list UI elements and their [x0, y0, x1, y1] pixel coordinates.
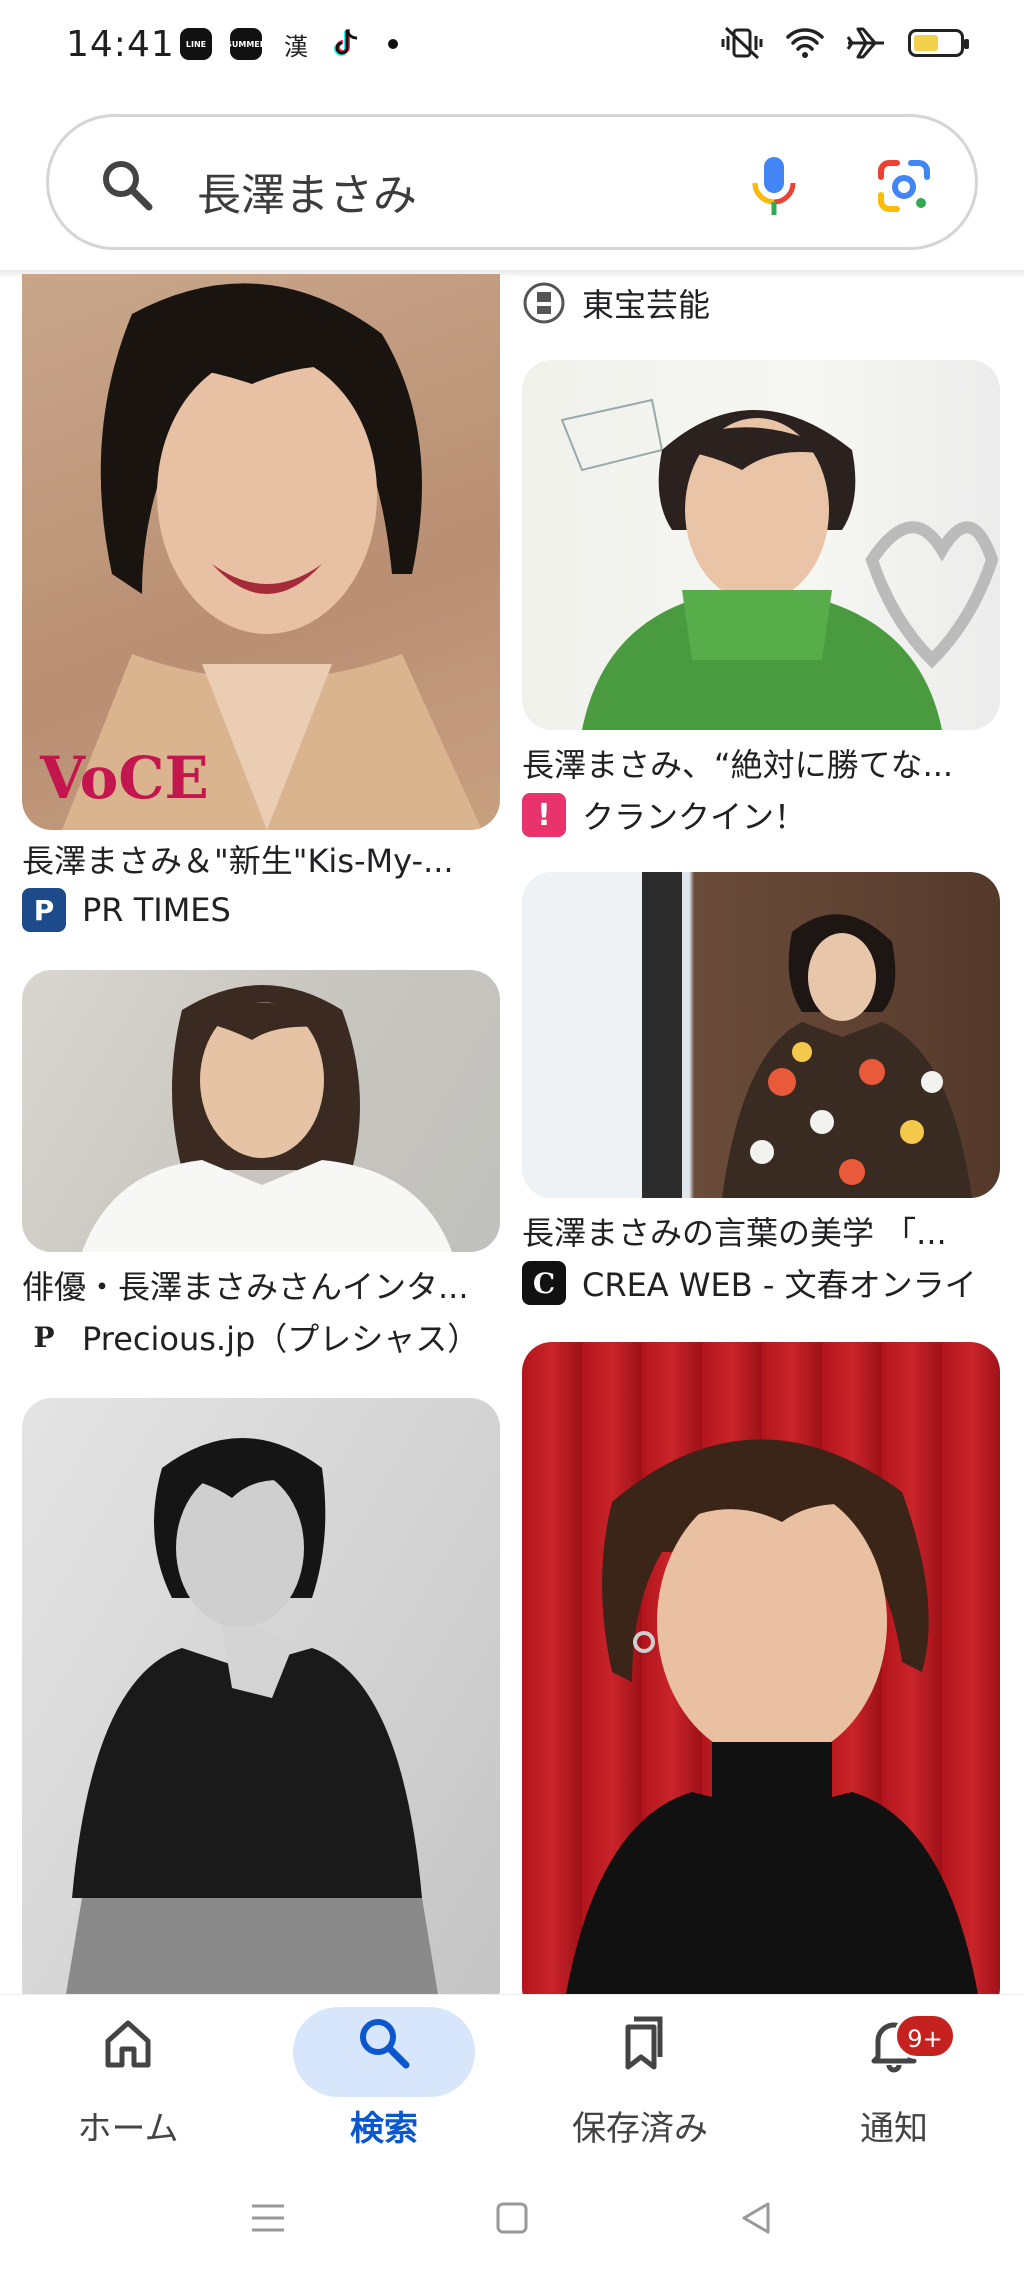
- result-image-voce[interactable]: VoCE: [22, 274, 500, 830]
- nav-item-home[interactable]: ホーム: [28, 1995, 228, 2165]
- battery-icon: [908, 29, 969, 57]
- search-input[interactable]: 長澤まさみ: [197, 159, 417, 223]
- battery-level: [914, 35, 939, 51]
- result-source-toho[interactable]: 東宝芸能: [522, 280, 710, 326]
- google-lens-icon[interactable]: [869, 151, 939, 221]
- precious-icon: P: [22, 1315, 66, 1359]
- result-source-prtimes[interactable]: P PR TIMES: [22, 888, 231, 932]
- portrait-illustration: [82, 985, 452, 1252]
- result-caption[interactable]: 長澤まさみ＆"新生"Kis-My-...: [22, 836, 500, 882]
- source-label: 東宝芸能: [582, 286, 711, 324]
- prtimes-icon: P: [22, 888, 66, 932]
- result-image-green-sweater[interactable]: [522, 360, 1000, 730]
- result-caption[interactable]: 長澤まさみ、“絶対に勝てな...: [522, 740, 1000, 786]
- search-bar[interactable]: 長澤まさみ: [46, 114, 978, 250]
- notification-badge: 9+: [894, 2013, 956, 2059]
- result-source-precious[interactable]: P Precious.jp（プレシャス）: [22, 1314, 479, 1360]
- nav-label-search: 検索: [350, 2109, 418, 2149]
- result-caption[interactable]: 俳優・長澤まさみさんインタ...: [22, 1262, 500, 1308]
- result-image-white-shirt[interactable]: [22, 970, 500, 1252]
- nav-item-search[interactable]: 検索: [284, 1995, 484, 2165]
- system-navigation-bar: [0, 2164, 1024, 2276]
- result-image-red-curtain[interactable]: [522, 1342, 1000, 1994]
- back-icon[interactable]: [736, 2198, 776, 2238]
- nav-item-saved[interactable]: 保存済み: [540, 1995, 740, 2165]
- result-source-crankin[interactable]: ! クランクイン！: [522, 792, 806, 838]
- portrait-illustration: [566, 1439, 978, 1994]
- status-indicators: [720, 26, 969, 60]
- nav-item-notifications[interactable]: 9+ 通知: [794, 1995, 994, 2165]
- source-label: Precious.jp（プレシャス）: [82, 1320, 480, 1358]
- portrait-illustration: [560, 398, 999, 730]
- notification-dot: [388, 39, 398, 49]
- mic-icon[interactable]: [739, 151, 809, 221]
- summer-app-icon: SUMMER: [226, 28, 266, 60]
- crankin-icon: !: [522, 793, 566, 837]
- search-icon: [103, 161, 153, 211]
- toho-icon: [523, 282, 565, 324]
- line-app-icon: LINE: [180, 28, 212, 60]
- status-app-icons: LINE SUMMER 漢: [180, 28, 398, 61]
- source-label: クランクイン！: [582, 798, 807, 836]
- source-label: PR TIMES: [82, 891, 231, 929]
- status-bar: 14:41 LINE SUMMER 漢: [0, 0, 1024, 92]
- home-square-icon[interactable]: [492, 2198, 532, 2238]
- bookmarks-icon: [625, 2016, 663, 2070]
- tiktok-icon: [330, 28, 362, 60]
- menu-icon[interactable]: [248, 2198, 288, 2238]
- nav-label-notifications: 通知: [860, 2109, 928, 2149]
- image-results-grid: 東宝芸能 VoCE 長澤まさみ＆"新生"Kis-My-... P PR TIME…: [0, 274, 1024, 1994]
- result-image-monochrome[interactable]: [22, 1398, 500, 1994]
- kanji-app-icon: 漢: [284, 32, 308, 61]
- source-label: CREA WEB - 文春オンライ: [582, 1266, 977, 1304]
- result-caption[interactable]: 長澤まさみの言葉の美学 「...: [522, 1208, 1000, 1254]
- portrait-illustration: [522, 872, 972, 1198]
- airplane-icon: [846, 27, 884, 59]
- nav-label-home: ホーム: [77, 2109, 179, 2149]
- crea-icon: C: [522, 1261, 566, 1305]
- result-image-floral-blouse[interactable]: [522, 872, 1000, 1198]
- result-source-crea[interactable]: C CREA WEB - 文春オンライ: [522, 1260, 977, 1306]
- wifi-icon: [786, 28, 824, 58]
- vibrate-icon: [721, 26, 763, 60]
- nav-label-saved: 保存済み: [572, 2109, 708, 2149]
- status-time: 14:41: [66, 24, 175, 65]
- search-icon: [360, 2019, 410, 2069]
- bottom-navigation: ホーム 検索 保存済み 9+ 通知: [0, 1994, 1024, 2164]
- home-icon: [105, 2020, 151, 2068]
- voce-logo: VoCE: [40, 744, 209, 812]
- portrait-illustration: [66, 1438, 438, 1994]
